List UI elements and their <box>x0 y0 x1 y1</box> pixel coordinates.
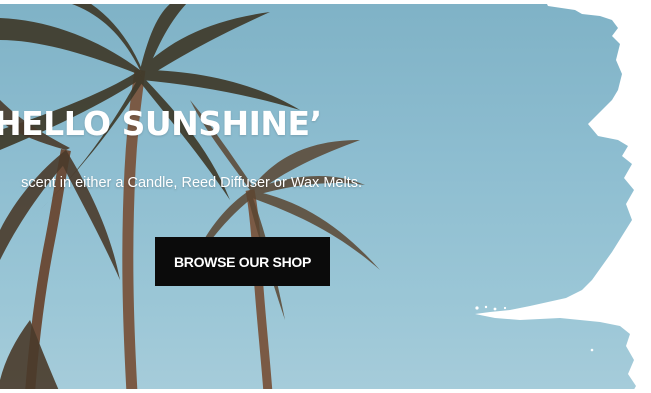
hero-banner: HELLO SUNSHINE’ scent in either a Candle… <box>0 0 651 393</box>
hero-headline: HELLO SUNSHINE’ <box>0 104 322 143</box>
brush-stroke-mask <box>0 0 651 393</box>
hero-subtext: scent in either a Candle, Reed Diffuser … <box>21 175 362 191</box>
browse-shop-button[interactable]: BROWSE OUR SHOP <box>155 237 330 286</box>
